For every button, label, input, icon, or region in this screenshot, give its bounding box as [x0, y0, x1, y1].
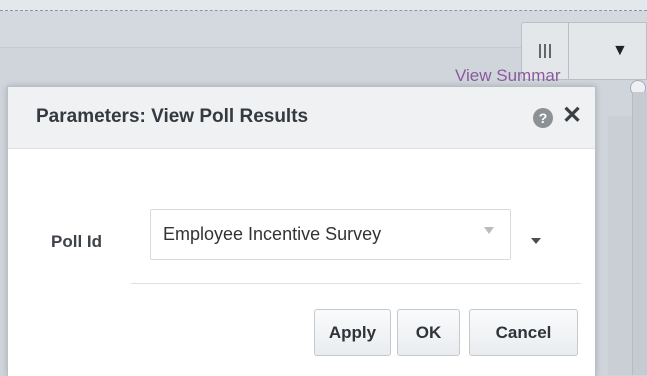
help-icon[interactable]: ? — [533, 108, 553, 128]
select-chevron-icon — [484, 227, 494, 234]
toolbar-menu-button[interactable]: ▼ — [569, 22, 647, 80]
close-icon[interactable]: ✕ — [561, 103, 583, 129]
cancel-button[interactable]: Cancel — [469, 309, 578, 356]
background-panel — [608, 116, 632, 375]
dropdown-arrow-icon: ▼ — [612, 42, 628, 59]
top-dashed-strip — [0, 0, 647, 11]
columns-icon — [539, 44, 551, 58]
dialog-separator — [131, 283, 581, 284]
dialog-header: Parameters: View Poll Results ? ✕ — [8, 87, 595, 149]
poll-id-label: Poll Id — [51, 232, 102, 251]
apply-button[interactable]: Apply — [314, 309, 391, 356]
parameter-options-icon[interactable] — [531, 238, 541, 244]
poll-id-select[interactable]: Employee Incentive Survey — [150, 209, 511, 260]
poll-id-selected-value: Employee Incentive Survey — [163, 224, 382, 244]
view-summary-link[interactable]: View Summar — [455, 66, 561, 86]
ok-button[interactable]: OK — [397, 309, 460, 356]
dialog-title: Parameters: View Poll Results — [36, 106, 309, 127]
parameters-dialog: Parameters: View Poll Results ? ✕ Poll I… — [7, 86, 596, 376]
background-scroll-rail — [632, 92, 647, 375]
